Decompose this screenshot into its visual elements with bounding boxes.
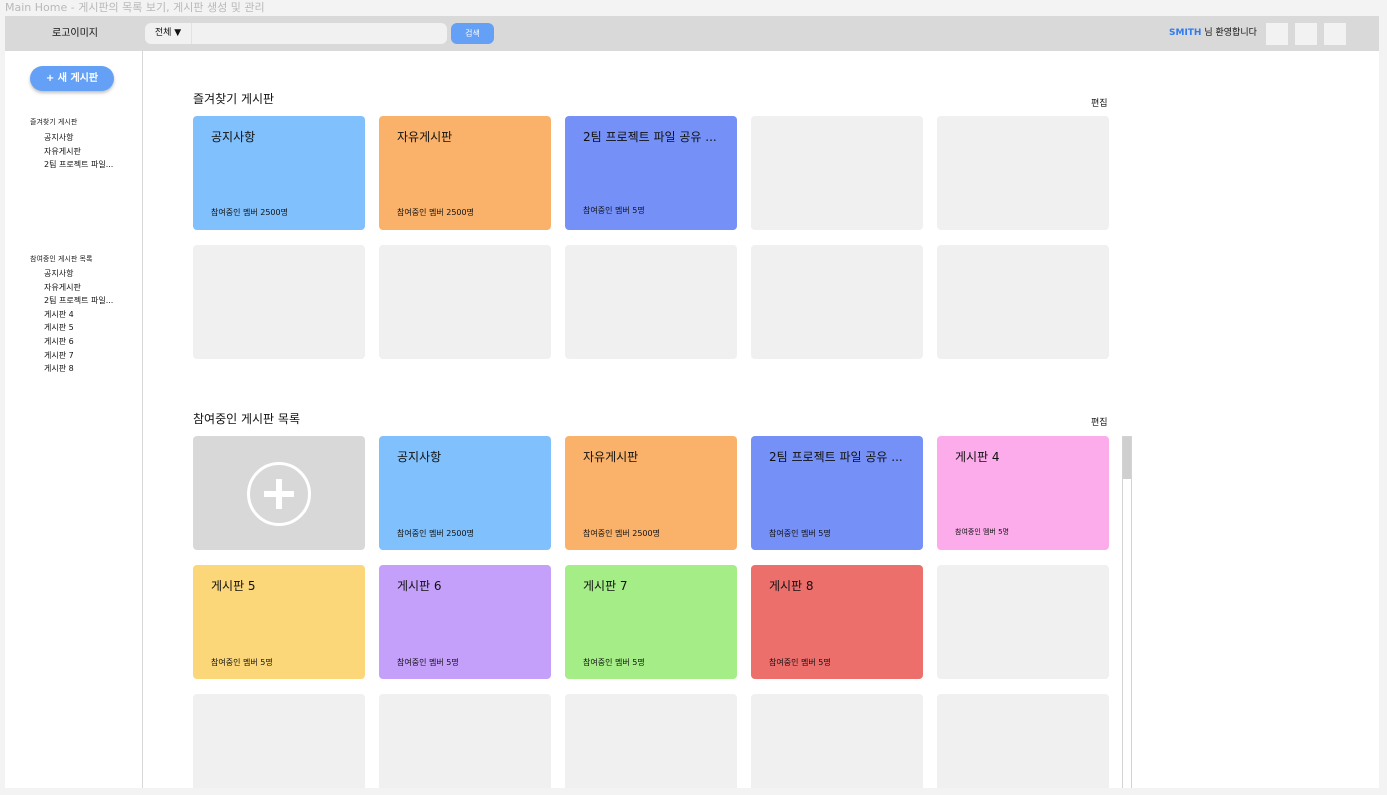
board-card-members: 참여중인 멤버 5명 [397, 658, 459, 667]
page-caption: Main Home - 게시판의 목록 보기, 게시판 생성 및 관리 [5, 1, 265, 14]
board-card-title: 자유게시판 [583, 450, 639, 464]
empty-board-slot [193, 245, 365, 359]
favorites-edit-link[interactable]: 편집 [1091, 96, 1108, 109]
board-card-title: 게시판 7 [583, 579, 628, 593]
empty-board-slot [937, 565, 1109, 679]
sidebar-favorites-title: 즐겨찾기 게시판 [30, 118, 78, 126]
sidebar: + 새 게시판 즐겨찾기 게시판 공지사항 자유게시판 2팀 프로젝트 파일..… [5, 51, 143, 788]
header-icon-3[interactable] [1324, 23, 1346, 45]
header-icon-1[interactable] [1266, 23, 1288, 45]
empty-board-slot [565, 694, 737, 788]
board-card-members: 참여중인 멤버 5명 [769, 658, 831, 667]
empty-board-slot [379, 245, 551, 359]
joined-board-card[interactable]: 게시판 6 참여중인 멤버 5명 [379, 565, 551, 679]
empty-board-slot [937, 116, 1109, 230]
joined-board-card[interactable]: 게시판 4 참여중인 멤버 5명 [937, 436, 1109, 550]
sidebar-joined-item[interactable]: 자유게시판 [44, 281, 113, 295]
sidebar-favorites-list: 공지사항 자유게시판 2팀 프로젝트 파일... [44, 131, 113, 172]
board-card-members: 참여중인 멤버 2500명 [583, 529, 660, 538]
search-box: 전체 ▼ [145, 23, 447, 44]
board-card-title: 게시판 5 [211, 579, 256, 593]
empty-board-slot [379, 694, 551, 788]
joined-board-card[interactable]: 공지사항 참여중인 멤버 2500명 [379, 436, 551, 550]
top-bar: 로고이미지 전체 ▼ 검색 SMITH 님 환영합니다 [5, 16, 1379, 51]
joined-board-card[interactable]: 2팀 프로젝트 파일 공유 ... 참여중인 멤버 5명 [751, 436, 923, 550]
joined-board-card[interactable]: 게시판 7 참여중인 멤버 5명 [565, 565, 737, 679]
board-card-members: 참여중인 멤버 5명 [583, 658, 645, 667]
sidebar-joined-item[interactable]: 게시판 8 [44, 362, 113, 376]
joined-board-card[interactable]: 자유게시판 참여중인 멤버 2500명 [565, 436, 737, 550]
sidebar-joined-list: 공지사항 자유게시판 2팀 프로젝트 파일... 게시판 4 게시판 5 게시판… [44, 267, 113, 376]
board-card-members: 참여중인 멤버 5명 [955, 528, 1009, 536]
board-card-members: 참여중인 멤버 2500명 [211, 208, 288, 217]
plus-circle-icon [247, 462, 311, 526]
sidebar-joined-item[interactable]: 게시판 7 [44, 349, 113, 363]
favorite-board-card[interactable]: 자유게시판 참여중인 멤버 2500명 [379, 116, 551, 230]
new-board-button[interactable]: + 새 게시판 [30, 66, 114, 91]
app-window: 로고이미지 전체 ▼ 검색 SMITH 님 환영합니다 + 새 게시판 즐겨찾기… [5, 16, 1379, 788]
joined-list-scrollbar[interactable] [1122, 436, 1132, 788]
board-card-title: 게시판 8 [769, 579, 814, 593]
empty-board-slot [937, 694, 1109, 788]
board-card-members: 참여중인 멤버 2500명 [397, 208, 474, 217]
sidebar-favorite-item[interactable]: 2팀 프로젝트 파일... [44, 158, 113, 172]
favorite-board-card[interactable]: 2팀 프로젝트 파일 공유 ... 참여중인 멤버 5명 [565, 116, 737, 230]
welcome-username: SMITH [1169, 28, 1202, 38]
empty-board-slot [193, 694, 365, 788]
board-card-title: 게시판 4 [955, 450, 1000, 464]
sidebar-favorite-item[interactable]: 공지사항 [44, 131, 113, 145]
favorites-section-title: 즐겨찾기 게시판 [193, 92, 275, 106]
sidebar-joined-item[interactable]: 공지사항 [44, 267, 113, 281]
board-card-title: 공지사항 [397, 450, 442, 464]
sidebar-joined-item[interactable]: 2팀 프로젝트 파일... [44, 294, 113, 308]
empty-board-slot [751, 116, 923, 230]
board-card-members: 참여중인 멤버 2500명 [397, 529, 474, 538]
sidebar-joined-item[interactable]: 게시판 6 [44, 335, 113, 349]
sidebar-joined-item[interactable]: 게시판 5 [44, 321, 113, 335]
header-icon-2[interactable] [1295, 23, 1317, 45]
logo-placeholder[interactable]: 로고이미지 [5, 16, 145, 51]
add-board-card[interactable] [193, 436, 365, 550]
sidebar-favorite-item[interactable]: 자유게시판 [44, 145, 113, 159]
joined-edit-link[interactable]: 편집 [1091, 415, 1108, 428]
search-scope-select[interactable]: 전체 ▼ [145, 23, 192, 44]
empty-board-slot [751, 694, 923, 788]
empty-board-slot [937, 245, 1109, 359]
sidebar-joined-title: 참여중인 게시판 목록 [30, 255, 93, 263]
board-card-members: 참여중인 멤버 5명 [769, 529, 831, 538]
board-card-title: 2팀 프로젝트 파일 공유 ... [769, 450, 903, 464]
empty-board-slot [751, 245, 923, 359]
board-card-title: 게시판 6 [397, 579, 442, 593]
joined-section-title: 참여중인 게시판 목록 [193, 412, 300, 426]
board-card-title: 자유게시판 [397, 130, 453, 144]
search-button[interactable]: 검색 [451, 23, 494, 44]
sidebar-joined-item[interactable]: 게시판 4 [44, 308, 113, 322]
search-input[interactable] [193, 23, 447, 44]
board-card-members: 참여중인 멤버 5명 [583, 206, 645, 215]
empty-board-slot [565, 245, 737, 359]
welcome-message: SMITH 님 환영합니다 [1169, 16, 1257, 51]
scrollbar-thumb[interactable] [1123, 437, 1131, 479]
main-content: 즐겨찾기 게시판 편집 공지사항 참여중인 멤버 2500명 자유게시판 참여중… [143, 51, 1379, 788]
joined-board-card[interactable]: 게시판 8 참여중인 멤버 5명 [751, 565, 923, 679]
board-card-members: 참여중인 멤버 5명 [211, 658, 273, 667]
welcome-text: 님 환영합니다 [1204, 28, 1257, 38]
board-card-title: 공지사항 [211, 130, 256, 144]
joined-board-card[interactable]: 게시판 5 참여중인 멤버 5명 [193, 565, 365, 679]
favorite-board-card[interactable]: 공지사항 참여중인 멤버 2500명 [193, 116, 365, 230]
board-card-title: 2팀 프로젝트 파일 공유 ... [583, 130, 717, 144]
plus-icon-vertical [276, 479, 282, 509]
